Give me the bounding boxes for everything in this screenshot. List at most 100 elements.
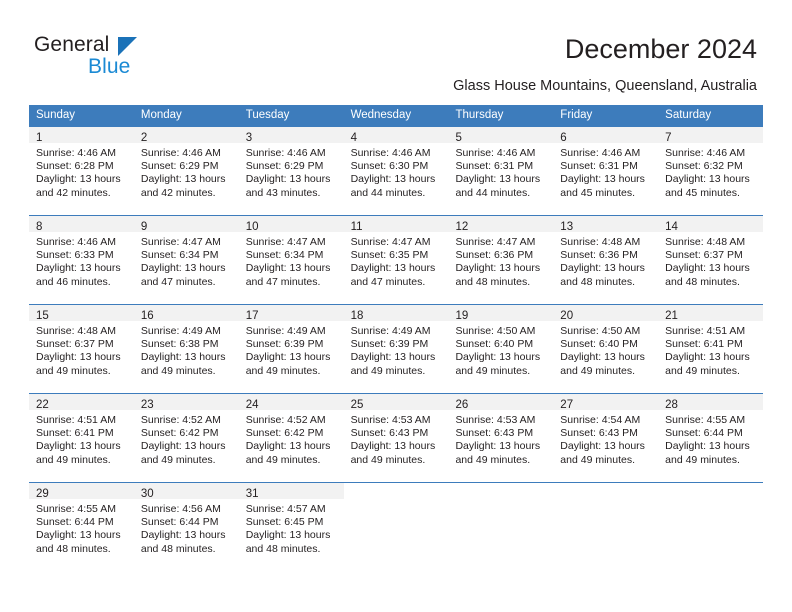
calendar-day-cell[interactable]: 12 Sunrise: 4:47 AM Sunset: 6:36 PM Dayligh… (448, 216, 554, 304)
calendar-day-cell[interactable]: 11 Sunrise: 4:47 AM Sunset: 6:35 PM Dayligh… (343, 216, 449, 304)
day-number-strip: 30 (133, 483, 239, 500)
sunrise-time: Sunrise: 4:50 AM (455, 325, 536, 337)
sunset-time: Sunset: 6:37 PM (36, 338, 114, 351)
day-number-strip: 11 (343, 216, 449, 233)
sunrise-time: Sunrise: 4:47 AM (245, 236, 326, 248)
day-number-strip: 13 (553, 216, 659, 233)
daylight-duration-line2: and 44 minutes. (455, 186, 531, 199)
day-number: 17 (245, 310, 259, 322)
calendar-day-cell[interactable]: 3 Sunrise: 4:46 AM Sunset: 6:29 PM Daylight… (238, 127, 344, 215)
calendar-day-cell[interactable]: 26 Sunrise: 4:53 AM Sunset: 6:43 PM Dayligh… (448, 394, 554, 482)
sunrise-time: Sunrise: 4:49 AM (245, 325, 326, 337)
daylight-duration-line1: Daylight: 13 hours (560, 173, 645, 186)
daylight-duration-line1: Daylight: 13 hours (350, 351, 436, 364)
sunrise-time: Sunrise: 4:46 AM (350, 147, 431, 159)
calendar-day-cell[interactable]: 19 Sunrise: 4:50 AM Sunset: 6:40 PM Dayligh… (448, 305, 554, 393)
calendar-day-cell[interactable]: 24 Sunrise: 4:52 AM Sunset: 6:42 PM Dayligh… (238, 394, 344, 482)
day-number: 21 (665, 310, 678, 322)
calendar-day-cell[interactable]: 25 Sunrise: 4:53 AM Sunset: 6:43 PM Dayligh… (343, 394, 449, 482)
calendar-day-cell[interactable]: 18 Sunrise: 4:49 AM Sunset: 6:39 PM Dayligh… (343, 305, 449, 393)
daylight-duration-line1: Daylight: 13 hours (36, 262, 121, 275)
calendar-day-cell[interactable]: 28 Sunrise: 4:55 AM Sunset: 6:44 PM Dayligh… (658, 394, 764, 482)
daylight-duration-line1: Daylight: 13 hours (140, 262, 226, 275)
general-blue-logo[interactable]: General Blue (34, 33, 234, 79)
page-header: General Blue December 2024 Glass House M… (0, 0, 792, 100)
day-details: Sunrise: 4:55 AM Sunset: 6:44 PM Daylight:… (29, 499, 134, 556)
day-number: 24 (245, 399, 259, 411)
day-number-strip: 23 (133, 394, 239, 411)
day-of-week-header-sunday: Sunday (36, 109, 76, 121)
sunset-time: Sunset: 6:34 PM (140, 249, 219, 262)
day-number: 23 (140, 399, 154, 411)
day-details: Sunrise: 4:46 AM Sunset: 6:31 PM Daylight:… (448, 143, 553, 200)
day-details: Sunrise: 4:53 AM Sunset: 6:43 PM Daylight:… (448, 410, 553, 467)
day-of-week-header-tuesday: Tuesday (245, 109, 290, 121)
page-subtitle: Glass House Mountains, Queensland, Austr… (453, 78, 757, 94)
daylight-duration-line1: Daylight: 13 hours (455, 262, 541, 275)
calendar-day-cell[interactable]: 14 Sunrise: 4:48 AM Sunset: 6:37 PM Dayligh… (658, 216, 764, 304)
daylight-duration-line1: Daylight: 13 hours (140, 351, 226, 364)
calendar-day-cell[interactable]: 6 Sunrise: 4:46 AM Sunset: 6:31 PM Daylight… (553, 127, 659, 215)
sunrise-time: Sunrise: 4:48 AM (560, 236, 641, 248)
daylight-duration-line1: Daylight: 13 hours (36, 173, 121, 186)
calendar-day-cell[interactable]: 1 Sunrise: 4:46 AM Sunset: 6:28 PM Daylight… (29, 127, 134, 215)
day-details: Sunrise: 4:47 AM Sunset: 6:36 PM Daylight:… (448, 232, 553, 289)
daylight-duration-line2: and 49 minutes. (455, 364, 531, 377)
day-details: Sunrise: 4:49 AM Sunset: 6:39 PM Daylight:… (239, 321, 344, 378)
sunrise-time: Sunrise: 4:46 AM (665, 147, 746, 159)
calendar-day-cell[interactable]: 29 Sunrise: 4:55 AM Sunset: 6:44 PM Dayligh… (29, 483, 134, 571)
calendar-day-cell[interactable]: 30 Sunrise: 4:56 AM Sunset: 6:44 PM Dayligh… (133, 483, 239, 571)
daylight-duration-line1: Daylight: 13 hours (560, 262, 645, 275)
sunset-time: Sunset: 6:38 PM (140, 338, 219, 351)
calendar-day-cell[interactable]: 9 Sunrise: 4:47 AM Sunset: 6:34 PM Daylight… (133, 216, 239, 304)
daylight-duration-line2: and 49 minutes. (36, 364, 111, 377)
day-details: Sunrise: 4:49 AM Sunset: 6:38 PM Daylight:… (134, 321, 239, 378)
daylight-duration-line2: and 48 minutes. (560, 275, 636, 288)
sunset-time: Sunset: 6:44 PM (665, 427, 743, 440)
daylight-duration-line2: and 47 minutes. (140, 275, 216, 288)
calendar-day-cell[interactable]: 22 Sunrise: 4:51 AM Sunset: 6:41 PM Dayligh… (29, 394, 134, 482)
calendar-day-cell-empty (343, 483, 449, 571)
sunset-time: Sunset: 6:42 PM (245, 427, 324, 440)
day-details: Sunrise: 4:48 AM Sunset: 6:37 PM Daylight:… (29, 321, 134, 378)
calendar-day-cell[interactable]: 7 Sunrise: 4:46 AM Sunset: 6:32 PM Daylight… (658, 127, 764, 215)
day-number-strip: 26 (448, 394, 554, 411)
daylight-duration-line2: and 49 minutes. (665, 364, 740, 377)
sunset-time: Sunset: 6:32 PM (665, 160, 743, 173)
calendar-day-cell[interactable]: 27 Sunrise: 4:54 AM Sunset: 6:43 PM Dayligh… (553, 394, 659, 482)
sunset-time: Sunset: 6:44 PM (140, 516, 219, 529)
calendar-day-cell[interactable]: 31 Sunrise: 4:57 AM Sunset: 6:45 PM Dayligh… (238, 483, 344, 571)
sunrise-time: Sunrise: 4:47 AM (455, 236, 536, 248)
daylight-duration-line1: Daylight: 13 hours (245, 351, 331, 364)
day-number-strip: 5 (448, 127, 554, 144)
calendar-day-cell[interactable]: 13 Sunrise: 4:48 AM Sunset: 6:36 PM Dayligh… (553, 216, 659, 304)
daylight-duration-line2: and 49 minutes. (455, 453, 531, 466)
day-details: Sunrise: 4:54 AM Sunset: 6:43 PM Daylight:… (553, 410, 658, 467)
day-number: 2 (140, 132, 148, 144)
sunset-time: Sunset: 6:39 PM (245, 338, 324, 351)
calendar-day-cell[interactable]: 5 Sunrise: 4:46 AM Sunset: 6:31 PM Daylight… (448, 127, 554, 215)
day-details: Sunrise: 4:49 AM Sunset: 6:39 PM Daylight:… (344, 321, 449, 378)
calendar-page: General Blue December 2024 Glass House M… (0, 0, 792, 612)
calendar-day-cell[interactable]: 4 Sunrise: 4:46 AM Sunset: 6:30 PM Daylight… (343, 127, 449, 215)
calendar-day-cell[interactable]: 20 Sunrise: 4:50 AM Sunset: 6:40 PM Dayligh… (553, 305, 659, 393)
calendar-day-cell[interactable]: 23 Sunrise: 4:52 AM Sunset: 6:42 PM Dayligh… (133, 394, 239, 482)
calendar-day-cell[interactable]: 15 Sunrise: 4:48 AM Sunset: 6:37 PM Dayligh… (29, 305, 134, 393)
calendar-day-cell[interactable]: 21 Sunrise: 4:51 AM Sunset: 6:41 PM Dayligh… (658, 305, 764, 393)
day-details: Sunrise: 4:46 AM Sunset: 6:33 PM Daylight:… (29, 232, 134, 289)
calendar-day-cell[interactable]: 2 Sunrise: 4:46 AM Sunset: 6:29 PM Daylight… (133, 127, 239, 215)
daylight-duration-line2: and 45 minutes. (560, 186, 636, 199)
sunrise-time: Sunrise: 4:49 AM (350, 325, 431, 337)
calendar-day-cell[interactable]: 8 Sunrise: 4:46 AM Sunset: 6:33 PM Daylight… (29, 216, 134, 304)
sunset-time: Sunset: 6:43 PM (350, 427, 429, 440)
daylight-duration-line1: Daylight: 13 hours (455, 440, 541, 453)
daylight-duration-line1: Daylight: 13 hours (245, 440, 331, 453)
day-details: Sunrise: 4:47 AM Sunset: 6:34 PM Daylight:… (134, 232, 239, 289)
daylight-duration-line2: and 45 minutes. (665, 186, 740, 199)
calendar-day-cell[interactable]: 10 Sunrise: 4:47 AM Sunset: 6:34 PM Dayligh… (238, 216, 344, 304)
logo-text-general: General (34, 33, 110, 56)
calendar-day-cell[interactable]: 17 Sunrise: 4:49 AM Sunset: 6:39 PM Dayligh… (238, 305, 344, 393)
sunset-time: Sunset: 6:29 PM (140, 160, 219, 173)
day-details: Sunrise: 4:48 AM Sunset: 6:36 PM Daylight:… (553, 232, 658, 289)
calendar-day-cell[interactable]: 16 Sunrise: 4:49 AM Sunset: 6:38 PM Dayligh… (133, 305, 239, 393)
